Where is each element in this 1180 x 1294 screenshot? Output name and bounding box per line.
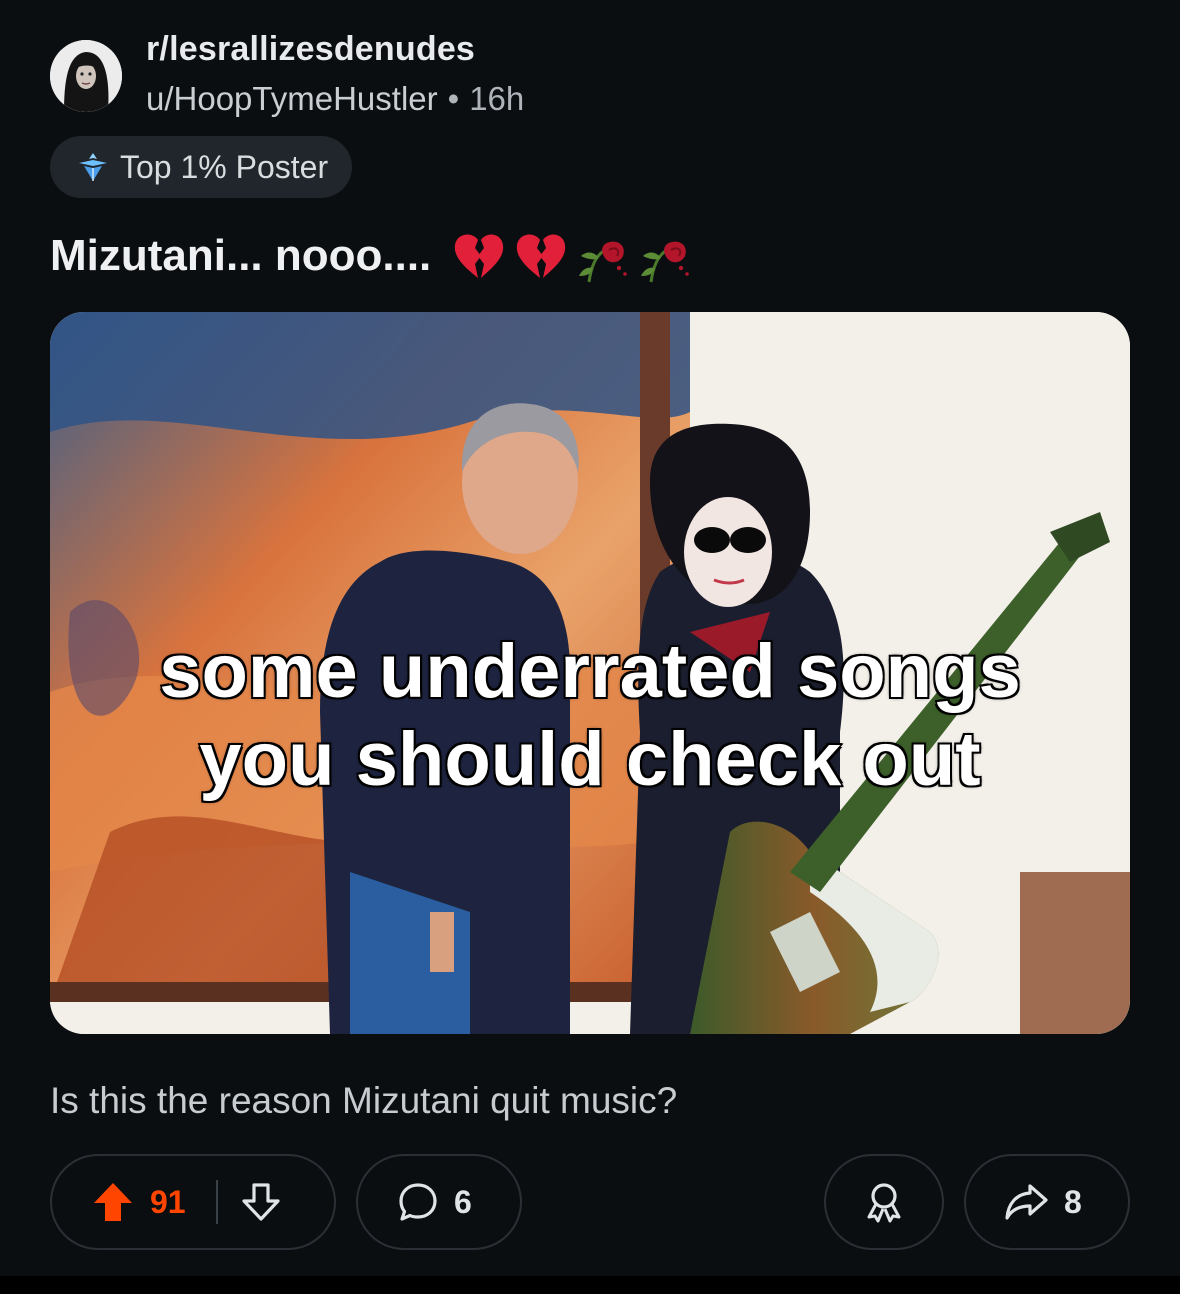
award-icon <box>867 1183 901 1223</box>
share-count: 8 <box>1064 1183 1082 1220</box>
upvote-icon[interactable] <box>90 1179 136 1225</box>
post-card: r/lesrallizesdenudes u/HoopTymeHustler • 1… <box>0 0 1180 1276</box>
bottom-edge <box>0 1276 1180 1294</box>
image-caption-line-1: some underrated songs <box>158 628 1023 716</box>
post-meta: u/HoopTymeHustler • 16h <box>146 80 524 118</box>
post-title-text: Mizutani... nooo.... <box>50 231 432 280</box>
comment-count: 6 <box>454 1183 472 1220</box>
broken-heart-icon <box>455 234 504 278</box>
award-button[interactable] <box>824 1154 944 1250</box>
user-flair: Top 1% Poster <box>50 136 353 198</box>
post-age: 16h <box>469 80 525 117</box>
vote-divider <box>215 1180 218 1224</box>
top-poster-icon <box>79 153 107 181</box>
downvote-icon[interactable] <box>238 1179 284 1225</box>
wilted-rose-icon <box>579 241 628 283</box>
image-caption: some underrated songs you should check o… <box>50 628 1130 804</box>
wilted-rose-icon <box>641 241 690 283</box>
username[interactable]: u/HoopTymeHustler <box>146 80 438 117</box>
subreddit-avatar[interactable] <box>50 40 122 112</box>
post-title[interactable]: Mizutani... nooo.... <box>50 228 693 284</box>
share-icon <box>1005 1184 1048 1220</box>
meta-separator: • <box>447 80 460 117</box>
broken-heart-icon <box>517 234 566 278</box>
post-image[interactable]: some underrated songs you should check o… <box>50 312 1130 1034</box>
flair-label: Top 1% Poster <box>120 148 329 185</box>
comments-button[interactable]: 6 <box>356 1154 522 1250</box>
comment-icon <box>399 1183 437 1221</box>
post-body[interactable]: Is this the reason Mizutani quit music? <box>50 1080 677 1122</box>
share-button[interactable]: 8 <box>964 1154 1130 1250</box>
vote-bar: 91 <box>50 1154 336 1250</box>
upvote-count: 91 <box>150 1183 186 1220</box>
subreddit-name[interactable]: r/lesrallizesdenudes <box>146 30 475 69</box>
title-emoji-row <box>451 228 693 284</box>
image-caption-line-2: you should check out <box>198 716 982 804</box>
